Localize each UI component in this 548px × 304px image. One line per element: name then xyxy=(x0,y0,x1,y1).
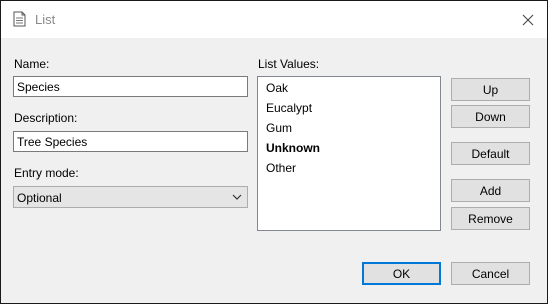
default-button[interactable]: Default xyxy=(451,142,530,165)
up-button[interactable]: Up xyxy=(451,78,530,101)
list-item-eucalypt[interactable]: Eucalypt xyxy=(266,101,312,115)
close-icon xyxy=(522,14,534,25)
dialog-body: Name: Species Description: Tree Species … xyxy=(1,38,547,303)
cancel-button[interactable]: Cancel xyxy=(451,262,530,285)
window-title: List xyxy=(35,12,56,27)
list-values-listbox[interactable]: Oak Eucalypt Gum Unknown Other xyxy=(257,76,441,231)
chevron-down-icon xyxy=(232,194,242,200)
list-item-oak[interactable]: Oak xyxy=(266,81,288,95)
remove-button[interactable]: Remove xyxy=(451,207,530,230)
entry-mode-value: Optional xyxy=(17,191,62,205)
title-bar[interactable]: List xyxy=(1,1,547,38)
name-label: Name: xyxy=(14,57,50,71)
description-label: Description: xyxy=(14,111,78,125)
down-button[interactable]: Down xyxy=(451,105,530,128)
document-icon xyxy=(13,11,26,27)
entry-mode-label: Entry mode: xyxy=(14,166,79,180)
ok-button[interactable]: OK xyxy=(362,262,441,285)
list-item-other[interactable]: Other xyxy=(266,161,296,175)
description-field[interactable]: Tree Species xyxy=(13,131,248,152)
list-values-label: List Values: xyxy=(258,57,320,71)
list-item-unknown[interactable]: Unknown xyxy=(266,141,320,155)
name-field[interactable]: Species xyxy=(13,76,248,97)
entry-mode-select[interactable]: Optional xyxy=(13,186,248,208)
list-dialog: List Name: Species Description: Tree Spe… xyxy=(0,0,548,304)
list-item-gum[interactable]: Gum xyxy=(266,121,292,135)
close-button[interactable] xyxy=(511,5,545,34)
add-button[interactable]: Add xyxy=(451,179,530,202)
